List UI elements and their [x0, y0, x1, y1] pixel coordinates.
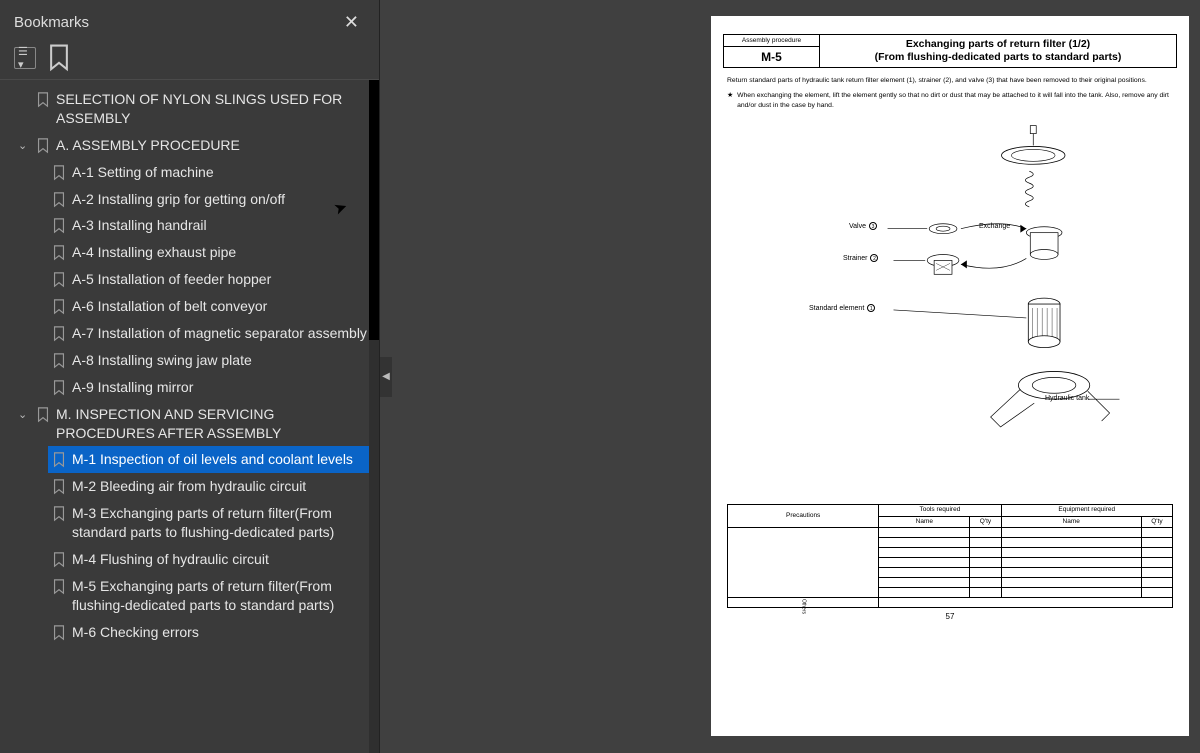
doc-title-line2: (From flushing-dedicated parts to standa…: [824, 51, 1172, 64]
bookmark-label: M-5 Exchanging parts of return filter(Fr…: [72, 577, 369, 615]
sidebar-header: Bookmarks ✕: [0, 0, 379, 41]
star-icon: ★: [727, 91, 733, 109]
bookmark-item[interactable]: A-3 Installing handrail: [10, 212, 373, 239]
bookmark-item[interactable]: A-6 Installation of belt conveyor: [10, 293, 373, 320]
label-standard-element: Standard element 1: [809, 304, 875, 313]
label-hydraulic-tank: Hydraulic tank: [1045, 394, 1089, 403]
doc-title: Exchanging parts of return filter (1/2) …: [820, 35, 1176, 67]
bookmark-item[interactable]: A-5 Installation of feeder hopper: [10, 266, 373, 293]
bookmark-item[interactable]: ⌄ M. INSPECTION AND SERVICING PROCEDURES …: [10, 401, 373, 447]
procedure-code: M-5: [724, 47, 819, 67]
bookmark-item[interactable]: SELECTION OF NYLON SLINGS USED FOR ASSEM…: [10, 86, 373, 132]
tree-scrollbar-thumb[interactable]: [369, 80, 379, 340]
doc-header-left: Assembly procedure M-5: [724, 35, 820, 67]
requirements-table: Precautions Tools required Equipment req…: [727, 504, 1173, 609]
doc-body: Return standard parts of hydraulic tank …: [723, 76, 1177, 608]
bookmark-ribbon-icon: [52, 245, 66, 261]
th-tools-qty: Q'ty: [970, 516, 1001, 528]
bookmark-ribbon-icon: [52, 326, 66, 342]
bookmark-ribbon-icon: [52, 552, 66, 568]
bookmark-item[interactable]: A-1 Setting of machine: [10, 159, 373, 186]
bookmark-ribbon-icon: [36, 138, 50, 154]
th-equipment: Equipment required: [1001, 504, 1172, 516]
bookmark-item[interactable]: A-4 Installing exhaust pipe: [10, 239, 373, 266]
bookmark-label: A-9 Installing mirror: [72, 378, 369, 397]
bookmark-item[interactable]: M-5 Exchanging parts of return filter(Fr…: [10, 573, 373, 619]
sidebar-toolbar: ☰ ▾: [0, 41, 379, 80]
bookmark-item[interactable]: ⌄ A. ASSEMBLY PROCEDURE: [10, 132, 373, 159]
bookmark-ribbon-icon: [52, 452, 66, 468]
outline-view-icon[interactable]: ☰ ▾: [14, 47, 36, 69]
bookmark-label: A. ASSEMBLY PROCEDURE: [56, 136, 369, 155]
bookmark-label: A-7 Installation of magnetic separator a…: [72, 324, 369, 343]
bookmark-item[interactable]: M-4 Flushing of hydraulic circuit: [10, 546, 373, 573]
bookmark-label: A-5 Installation of feeder hopper: [72, 270, 369, 289]
document-viewport[interactable]: Assembly procedure M-5 Exchanging parts …: [380, 0, 1200, 753]
bookmark-label: A-8 Installing swing jaw plate: [72, 351, 369, 370]
bookmark-label: M-1 Inspection of oil levels and coolant…: [72, 450, 367, 469]
bookmark-label: SELECTION OF NYLON SLINGS USED FOR ASSEM…: [56, 90, 369, 128]
bookmark-ribbon-icon: [52, 218, 66, 234]
bookmark-label: M-6 Checking errors: [72, 623, 369, 642]
bookmark-ribbon-icon: [52, 299, 66, 315]
th-equip-name: Name: [1001, 516, 1141, 528]
page-number: 57: [723, 612, 1177, 621]
bookmark-ribbon-icon: [36, 92, 50, 108]
expand-arrow-icon[interactable]: ⌄: [18, 139, 32, 154]
star-note-text: When exchanging the element, lift the el…: [737, 91, 1173, 109]
bookmark-label: M-2 Bleeding air from hydraulic circuit: [72, 477, 369, 496]
bookmark-item[interactable]: A-8 Installing swing jaw plate: [10, 347, 373, 374]
bookmark-label: M-4 Flushing of hydraulic circuit: [72, 550, 369, 569]
sidebar-collapse-handle[interactable]: ◀: [380, 357, 392, 397]
th-tools-name: Name: [879, 516, 970, 528]
paragraph-1: Return standard parts of hydraulic tank …: [727, 76, 1173, 85]
tree-scrollbar[interactable]: [369, 80, 379, 753]
bookmark-label: A-3 Installing handrail: [72, 216, 369, 235]
doc-title-line1: Exchanging parts of return filter (1/2): [824, 38, 1172, 51]
bookmark-label: A-6 Installation of belt conveyor: [72, 297, 369, 316]
bookmark-ribbon-icon[interactable]: [48, 47, 70, 69]
bookmark-item[interactable]: M-1 Inspection of oil levels and coolant…: [48, 446, 373, 473]
bookmark-ribbon-icon: [52, 353, 66, 369]
bookmark-ribbon-icon: [52, 479, 66, 495]
bookmark-ribbon-icon: [52, 579, 66, 595]
bookmark-item[interactable]: A-2 Installing grip for getting on/off: [10, 186, 373, 213]
bookmarks-sidebar: Bookmarks ✕ ☰ ▾ SELECTION OF NYLON SLING…: [0, 0, 380, 753]
bookmark-label: A-1 Setting of machine: [72, 163, 369, 182]
bookmark-ribbon-icon: [52, 380, 66, 396]
bookmark-ribbon-icon: [52, 165, 66, 181]
bookmark-label: A-4 Installing exhaust pipe: [72, 243, 369, 262]
sidebar-title: Bookmarks: [14, 14, 89, 31]
bookmark-item[interactable]: M-3 Exchanging parts of return filter(Fr…: [10, 500, 373, 546]
th-precautions: Precautions: [728, 504, 879, 528]
star-note: ★ When exchanging the element, lift the …: [727, 91, 1173, 109]
th-others: Others: [728, 598, 879, 608]
document-page: Assembly procedure M-5 Exchanging parts …: [711, 16, 1189, 736]
bookmark-ribbon-icon: [52, 625, 66, 641]
doc-header: Assembly procedure M-5 Exchanging parts …: [723, 34, 1177, 68]
bookmark-item[interactable]: A-9 Installing mirror: [10, 374, 373, 401]
bookmark-item[interactable]: A-7 Installation of magnetic separator a…: [10, 320, 373, 347]
bookmark-ribbon-icon: [36, 407, 50, 423]
bookmark-label: A-2 Installing grip for getting on/off: [72, 190, 369, 209]
label-exchange: Exchange: [979, 222, 1010, 231]
bookmark-tree[interactable]: SELECTION OF NYLON SLINGS USED FOR ASSEM…: [0, 80, 379, 753]
expand-arrow-icon[interactable]: ⌄: [18, 408, 32, 423]
bookmark-ribbon-icon: [52, 272, 66, 288]
bookmark-ribbon-icon: [52, 192, 66, 208]
diagram-svg: [727, 118, 1173, 498]
close-icon[interactable]: ✕: [336, 8, 367, 37]
bookmark-item[interactable]: M-2 Bleeding air from hydraulic circuit: [10, 473, 373, 500]
label-strainer: Strainer 2: [843, 254, 878, 263]
bookmark-label: M-3 Exchanging parts of return filter(Fr…: [72, 504, 369, 542]
procedure-label: Assembly procedure: [724, 35, 819, 47]
diagram-area: Valve 3 Strainer 2 Standard element 1 Ex…: [727, 118, 1173, 498]
th-tools: Tools required: [879, 504, 1001, 516]
bookmark-label: M. INSPECTION AND SERVICING PROCEDURES A…: [56, 405, 369, 443]
th-equip-qty: Q'ty: [1141, 516, 1172, 528]
bookmark-item[interactable]: M-6 Checking errors: [10, 619, 373, 646]
label-valve: Valve 3: [849, 222, 877, 231]
bookmark-ribbon-icon: [52, 506, 66, 522]
